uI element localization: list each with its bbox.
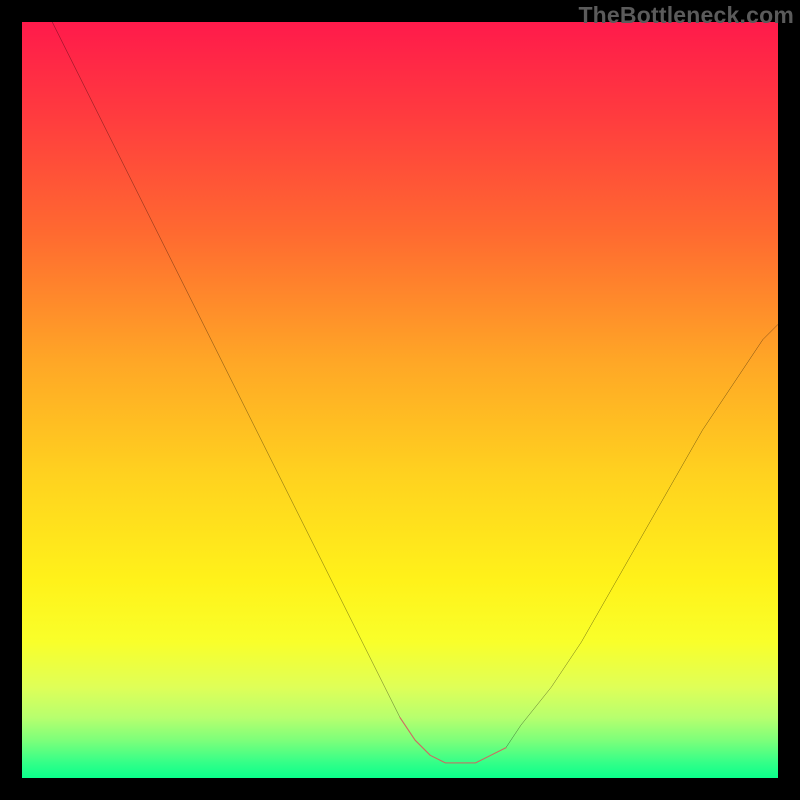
chart-frame: TheBottleneck.com [0, 0, 800, 800]
bottleneck-curve [52, 22, 778, 763]
bottleneck-curve-highlight [400, 718, 506, 763]
curve-layer [22, 22, 778, 778]
